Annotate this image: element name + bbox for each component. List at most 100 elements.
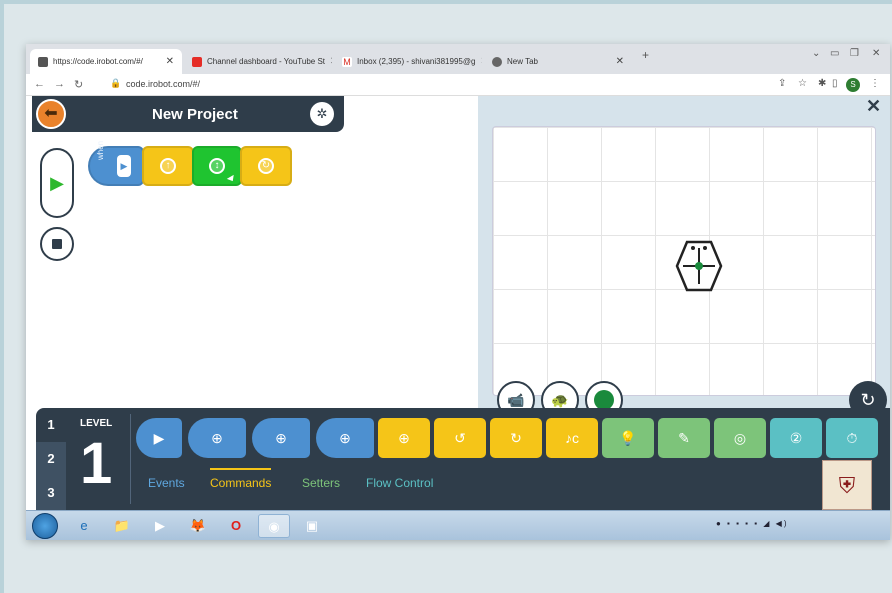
firefox-icon[interactable]: 🦊 <box>182 514 214 538</box>
bumper-icon: ⊕ <box>211 429 223 446</box>
address-bar: ← → ↻ 🔒 code.irobot.com/#/ ⇪ ☆ ✱ ▯ S ⋮ <box>26 74 890 96</box>
bluetooth-disconnected-icon[interactable]: ✲ <box>310 102 334 126</box>
back-arrow-icon[interactable]: ← <box>34 78 45 90</box>
camera-icon: 📹 <box>507 392 525 408</box>
new-tab-button[interactable]: + <box>642 48 649 62</box>
chrome-taskbar-icon[interactable]: ◉ <box>258 514 290 538</box>
move-icon: ⊕ <box>398 429 410 446</box>
url-field[interactable]: code.irobot.com/#/ <box>126 79 200 89</box>
move-forward-block[interactable]: ↑ <box>142 146 194 186</box>
tab-code-irobot[interactable]: https://code.irobot.com/#/ ✕ <box>30 49 182 74</box>
menu-kebab-icon[interactable]: ⋮ <box>870 78 880 89</box>
palette-set-lights-block[interactable]: 💡 <box>602 418 654 458</box>
close-tab-icon[interactable]: ✕ <box>166 56 174 67</box>
tab-label: https://code.irobot.com/#/ <box>53 57 143 66</box>
media-player-icon[interactable]: ▶ <box>144 514 176 538</box>
pen-icon: ✎ <box>678 429 690 446</box>
tab-label: Channel dashboard - YouTube St <box>207 57 326 66</box>
palette-wait-block[interactable]: ⏱ <box>826 418 878 458</box>
palette-when-touch-block[interactable]: ⊕ <box>252 418 310 458</box>
file-explorer-icon[interactable]: 📁 <box>106 514 138 538</box>
palette-when-start-block[interactable]: ▶ <box>136 418 182 458</box>
close-tab-icon[interactable]: ✕ <box>330 56 332 67</box>
block-palette: 1 2 3 LEVEL 1 ▶ ⊕ ⊕ ⊕ ⊕ ↺ ↻ ♪c 💡 ✎ ◎ ② ⏱… <box>36 408 890 510</box>
level-tab-3[interactable]: 3 <box>36 476 66 510</box>
level-tab-2[interactable]: 2 <box>36 442 66 476</box>
back-button[interactable]: ⬅ <box>36 99 66 129</box>
start-button[interactable] <box>32 513 58 539</box>
close-tab-icon[interactable]: ✕ <box>616 56 624 67</box>
divider <box>130 414 131 504</box>
cliff-icon: ⊕ <box>339 429 351 446</box>
project-title[interactable]: New Project <box>152 106 238 123</box>
lock-icon: 🔒 <box>110 78 122 88</box>
chrome-icon <box>492 56 502 67</box>
project-header: ⬅ New Project ✲ <box>32 96 344 132</box>
wheel-icon: ◎ <box>733 429 747 446</box>
forward-arrow-icon[interactable]: → <box>54 78 65 90</box>
bookmark-star-icon[interactable]: ☆ <box>798 78 807 89</box>
palette-set-wheel-block[interactable]: ◎ <box>714 418 766 458</box>
turn-left-icon: ↺ <box>454 429 466 446</box>
category-events[interactable]: Events <box>148 476 185 490</box>
palette-set-pen-block[interactable]: ✎ <box>658 418 710 458</box>
category-flow-control[interactable]: Flow Control <box>366 476 433 490</box>
palette-repeat-block[interactable]: ② <box>770 418 822 458</box>
sidebar-icon[interactable]: ▯ <box>832 78 838 89</box>
touch-icon: ⊕ <box>275 429 287 446</box>
level-label: LEVEL <box>80 418 113 429</box>
minimize-button[interactable]: ▭ <box>830 48 839 59</box>
share-icon[interactable]: ⇪ <box>778 78 786 89</box>
robot-icon <box>675 240 723 292</box>
turn-right-icon: ↻ <box>258 158 274 174</box>
opera-icon[interactable]: O <box>220 514 252 538</box>
turn-right-icon: ↻ <box>510 429 522 446</box>
hourglass-icon <box>38 56 48 67</box>
play-icon: ▶ <box>153 429 165 446</box>
system-tray[interactable]: ● ▪ ▪ ▪ ▪ ◢ ◀) <box>716 519 788 528</box>
level-tab-1[interactable]: 1 <box>36 408 66 442</box>
move-forward-icon: ↑ <box>160 158 176 174</box>
internet-explorer-icon[interactable]: e <box>68 514 100 538</box>
category-commands[interactable]: Commands <box>210 468 272 490</box>
profile-avatar[interactable]: S <box>846 78 860 92</box>
close-simulator-icon[interactable]: ✕ <box>866 96 881 117</box>
extensions-icon[interactable]: ✱ <box>818 78 826 89</box>
palette-move-block[interactable]: ⊕ <box>378 418 430 458</box>
tab-youtube[interactable]: Channel dashboard - YouTube St ✕ <box>184 49 332 74</box>
when-start-block[interactable]: when ▶ <box>88 141 144 186</box>
run-program-button[interactable]: ▶ <box>40 148 74 218</box>
block-label: when <box>96 140 105 160</box>
school-crest-logo: ⛨ <box>822 460 872 510</box>
simulator-grid: 📹 🐢 ↻ <box>492 126 887 419</box>
category-setters[interactable]: Setters <box>302 476 340 490</box>
play-icon: ▶ <box>117 155 131 177</box>
palette-when-cliff-block[interactable]: ⊕ <box>316 418 374 458</box>
reset-icon: ↻ <box>860 390 876 410</box>
reload-icon[interactable]: ↻ <box>74 78 83 91</box>
move-backward-icon: ↕ <box>209 158 225 174</box>
browser-window: https://code.irobot.com/#/ ✕ Channel das… <box>26 44 890 540</box>
palette-play-note-block[interactable]: ♪c <box>546 418 598 458</box>
tab-label: New Tab <box>507 57 538 66</box>
palette-turn-left-block[interactable]: ↺ <box>434 418 486 458</box>
tab-new-tab[interactable]: New Tab ✕ <box>484 49 632 74</box>
palette-when-bumper-block[interactable]: ⊕ <box>188 418 246 458</box>
zoom-app-icon[interactable]: ▣ <box>296 514 328 538</box>
youtube-icon <box>192 56 202 67</box>
level-number: 1 <box>80 431 113 496</box>
stopwatch-icon: ⏱ <box>846 429 858 446</box>
lightbulb-icon: 💡 <box>619 429 637 446</box>
turtle-icon: 🐢 <box>551 392 569 408</box>
windows-taskbar: e 📁 ▶ 🦊 O ◉ ▣ ● ▪ ▪ ▪ ▪ ◢ ◀) <box>26 510 890 540</box>
restore-button[interactable]: ❐ <box>850 48 859 59</box>
back-arrow-icon: ⬅ <box>44 105 58 122</box>
tab-bar: https://code.irobot.com/#/ ✕ Channel das… <box>26 44 890 74</box>
stop-program-button[interactable] <box>40 227 74 261</box>
turn-right-block[interactable]: ↻ <box>240 146 292 186</box>
tab-gmail[interactable]: M Inbox (2,395) - shivani381995@g ✕ <box>334 49 482 74</box>
palette-turn-right-block[interactable]: ↻ <box>490 418 542 458</box>
close-tab-icon[interactable]: ✕ <box>480 56 482 67</box>
close-window-button[interactable]: ✕ <box>872 48 880 59</box>
tab-search-icon[interactable]: ⌄ <box>812 48 820 59</box>
